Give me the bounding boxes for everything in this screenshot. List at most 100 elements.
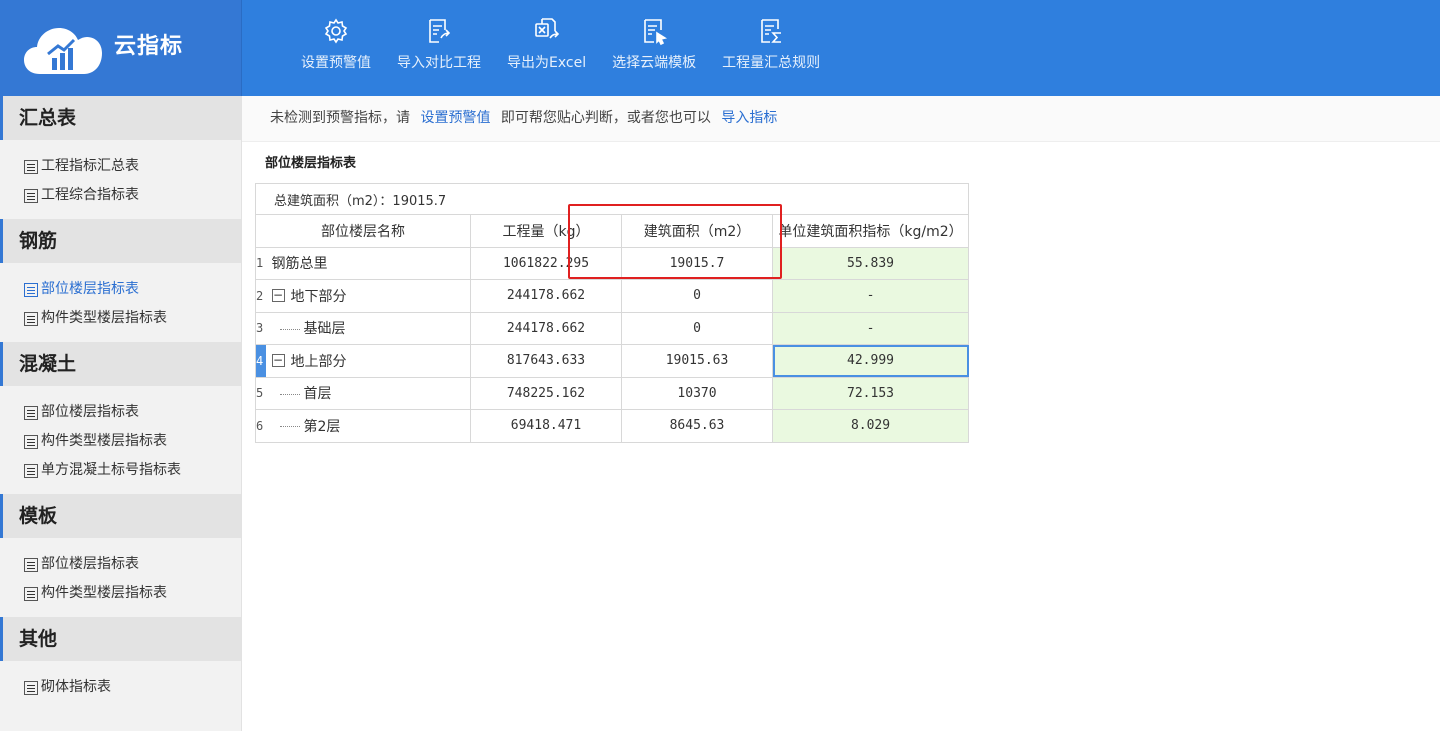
- gear-icon: [324, 18, 348, 44]
- table-row[interactable]: 6 第2层 69418.471 8645.63 8.029: [255, 409, 970, 443]
- list-icon: [24, 463, 38, 478]
- sidebar-section-summary[interactable]: 汇总表: [0, 96, 241, 140]
- unit-index-cell[interactable]: 8.029: [771, 409, 970, 443]
- app-header: 云指标 设置预警值 导入对比工程 导出为Excel 选择云端模板 工程量汇总规则: [0, 0, 1440, 96]
- unit-index-cell[interactable]: -: [771, 311, 970, 345]
- row-name: 首层: [303, 386, 332, 403]
- row-name-cell[interactable]: − 地上部分: [265, 344, 471, 378]
- row-number: 6: [255, 409, 266, 443]
- tree-connector: [279, 393, 300, 395]
- sidebar-item-label: 构件类型楼层指标表: [41, 433, 167, 449]
- row-name: 地上部分: [290, 353, 347, 370]
- quantity-summary-rule-button[interactable]: 工程量汇总规则: [709, 0, 833, 96]
- table-row[interactable]: 3 基础层 244178.662 0 -: [255, 311, 970, 345]
- sidebar-item-concrete-grade-index[interactable]: 单方混凝土标号指标表: [24, 456, 241, 485]
- row-number: 5: [255, 376, 266, 410]
- warning-notice-bar: 未检测到预警指标，请 设置预警值 即可帮您贴心判断，或者您也可以 导入指标: [242, 96, 1440, 142]
- sidebar-section-concrete[interactable]: 混凝土: [0, 342, 241, 386]
- tree-connector: [279, 328, 300, 330]
- import-compare-button[interactable]: 导入对比工程: [384, 0, 494, 96]
- import-index-link[interactable]: 导入指标: [721, 110, 777, 126]
- row-name: 地下部分: [290, 288, 347, 305]
- row-name-cell[interactable]: − 地下部分: [265, 279, 471, 313]
- sidebar-item-label: 部位楼层指标表: [41, 556, 139, 572]
- row-name-cell[interactable]: 首层: [265, 376, 471, 410]
- table-row[interactable]: 5 首层 748225.162 10370 72.153: [255, 376, 970, 410]
- import-doc-icon: [429, 19, 451, 43]
- sidebar-item-label: 砌体指标表: [41, 679, 111, 695]
- sidebar-item-formwork-component-floor-index[interactable]: 构件类型楼层指标表: [24, 579, 241, 608]
- sidebar-item-label: 部位楼层指标表: [41, 404, 139, 420]
- sidebar-item-masonry-index[interactable]: 砌体指标表: [24, 673, 241, 702]
- summary-rule-icon: [761, 19, 782, 43]
- toolbar-label: 工程量汇总规则: [722, 55, 821, 71]
- quantity-cell[interactable]: 244178.662: [470, 311, 622, 345]
- sidebar-item-label: 部位楼层指标表: [41, 281, 139, 297]
- sidebar-item-label: 构件类型楼层指标表: [41, 585, 167, 601]
- unit-index-cell[interactable]: -: [771, 279, 970, 313]
- row-name: 钢筋总里: [271, 256, 328, 273]
- quantity-cell[interactable]: 817643.633: [470, 344, 622, 378]
- cloud-template-icon: [644, 19, 668, 46]
- list-icon: [24, 586, 38, 601]
- row-name: 基础层: [303, 321, 346, 338]
- area-cell[interactable]: 0: [621, 279, 773, 313]
- area-cell[interactable]: 0: [621, 311, 773, 345]
- sidebar-item-label: 工程综合指标表: [41, 187, 139, 203]
- area-cell[interactable]: 10370: [621, 376, 773, 410]
- sidebar-section-formwork[interactable]: 模板: [0, 494, 241, 538]
- list-icon: [24, 405, 38, 420]
- cloud-chart-logo-icon: [24, 28, 102, 74]
- row-name-cell[interactable]: 基础层: [265, 311, 471, 345]
- collapse-toggle-icon[interactable]: −: [271, 289, 285, 303]
- row-name-cell[interactable]: 钢筋总里: [265, 246, 471, 280]
- column-header-name[interactable]: 部位楼层名称: [255, 214, 471, 248]
- row-number: 3: [255, 311, 266, 345]
- row-number: 4: [255, 344, 266, 378]
- logo-area: 云指标: [0, 0, 242, 96]
- quantity-cell[interactable]: 748225.162: [470, 376, 622, 410]
- toolbar: 设置预警值 导入对比工程 导出为Excel 选择云端模板 工程量汇总规则: [288, 0, 833, 96]
- toolbar-label: 导出为Excel: [507, 55, 587, 71]
- list-icon: [24, 188, 38, 203]
- sidebar-item-label: 工程指标汇总表: [41, 158, 139, 174]
- column-header-unit-index[interactable]: 单位建筑面积指标（kg/m2）: [771, 214, 970, 248]
- row-number: 2: [255, 279, 266, 313]
- unit-index-cell-focused[interactable]: 42.999: [771, 344, 970, 378]
- sheet-title: 部位楼层指标表: [265, 156, 357, 171]
- app-title: 云指标: [114, 34, 184, 59]
- list-icon: [24, 311, 38, 326]
- export-excel-icon: [534, 18, 559, 39]
- area-cell[interactable]: 8645.63: [621, 409, 773, 443]
- sidebar-item-rebar-floor-index[interactable]: 部位楼层指标表: [24, 275, 241, 304]
- list-icon: [24, 434, 38, 449]
- sidebar-item-concrete-component-floor-index[interactable]: 构件类型楼层指标表: [24, 427, 241, 456]
- set-warning-button[interactable]: 设置预警值: [288, 0, 384, 96]
- table-row[interactable]: 2 − 地下部分 244178.662 0 -: [255, 279, 970, 313]
- sidebar-item-project-composite-index[interactable]: 工程综合指标表: [24, 181, 241, 210]
- collapse-toggle-icon[interactable]: −: [271, 354, 285, 368]
- row-name-cell[interactable]: 第2层: [265, 409, 471, 443]
- list-icon: [24, 680, 38, 695]
- sidebar-item-concrete-floor-index[interactable]: 部位楼层指标表: [24, 398, 241, 427]
- unit-index-cell[interactable]: 55.839: [771, 246, 970, 280]
- table-row-selected[interactable]: 4 − 地上部分 817643.633 19015.63 42.999: [255, 344, 970, 378]
- export-excel-button[interactable]: 导出为Excel: [494, 0, 599, 96]
- sidebar-item-rebar-component-floor-index[interactable]: 构件类型楼层指标表: [24, 304, 241, 333]
- toolbar-label: 导入对比工程: [397, 55, 481, 71]
- select-cloud-template-button[interactable]: 选择云端模板: [599, 0, 709, 96]
- area-cell[interactable]: 19015.63: [621, 344, 773, 378]
- list-icon: [24, 159, 38, 174]
- sidebar-item-label: 构件类型楼层指标表: [41, 310, 167, 326]
- set-warning-link[interactable]: 设置预警值: [420, 110, 490, 126]
- notice-text: 即可帮您贴心判断，或者您也可以: [500, 110, 711, 126]
- sidebar-item-label: 单方混凝土标号指标表: [41, 462, 181, 478]
- unit-index-cell[interactable]: 72.153: [771, 376, 970, 410]
- quantity-cell[interactable]: 244178.662: [470, 279, 622, 313]
- sidebar-item-project-index-summary[interactable]: 工程指标汇总表: [24, 152, 241, 181]
- sidebar-section-other[interactable]: 其他: [0, 617, 241, 661]
- sidebar-item-formwork-floor-index[interactable]: 部位楼层指标表: [24, 550, 241, 579]
- quantity-cell[interactable]: 69418.471: [470, 409, 622, 443]
- sidebar-section-rebar[interactable]: 钢筋: [0, 219, 241, 263]
- sidebar: 汇总表 工程指标汇总表 工程综合指标表 钢筋 部位楼层指标表 构件类型楼层指标表…: [0, 96, 242, 731]
